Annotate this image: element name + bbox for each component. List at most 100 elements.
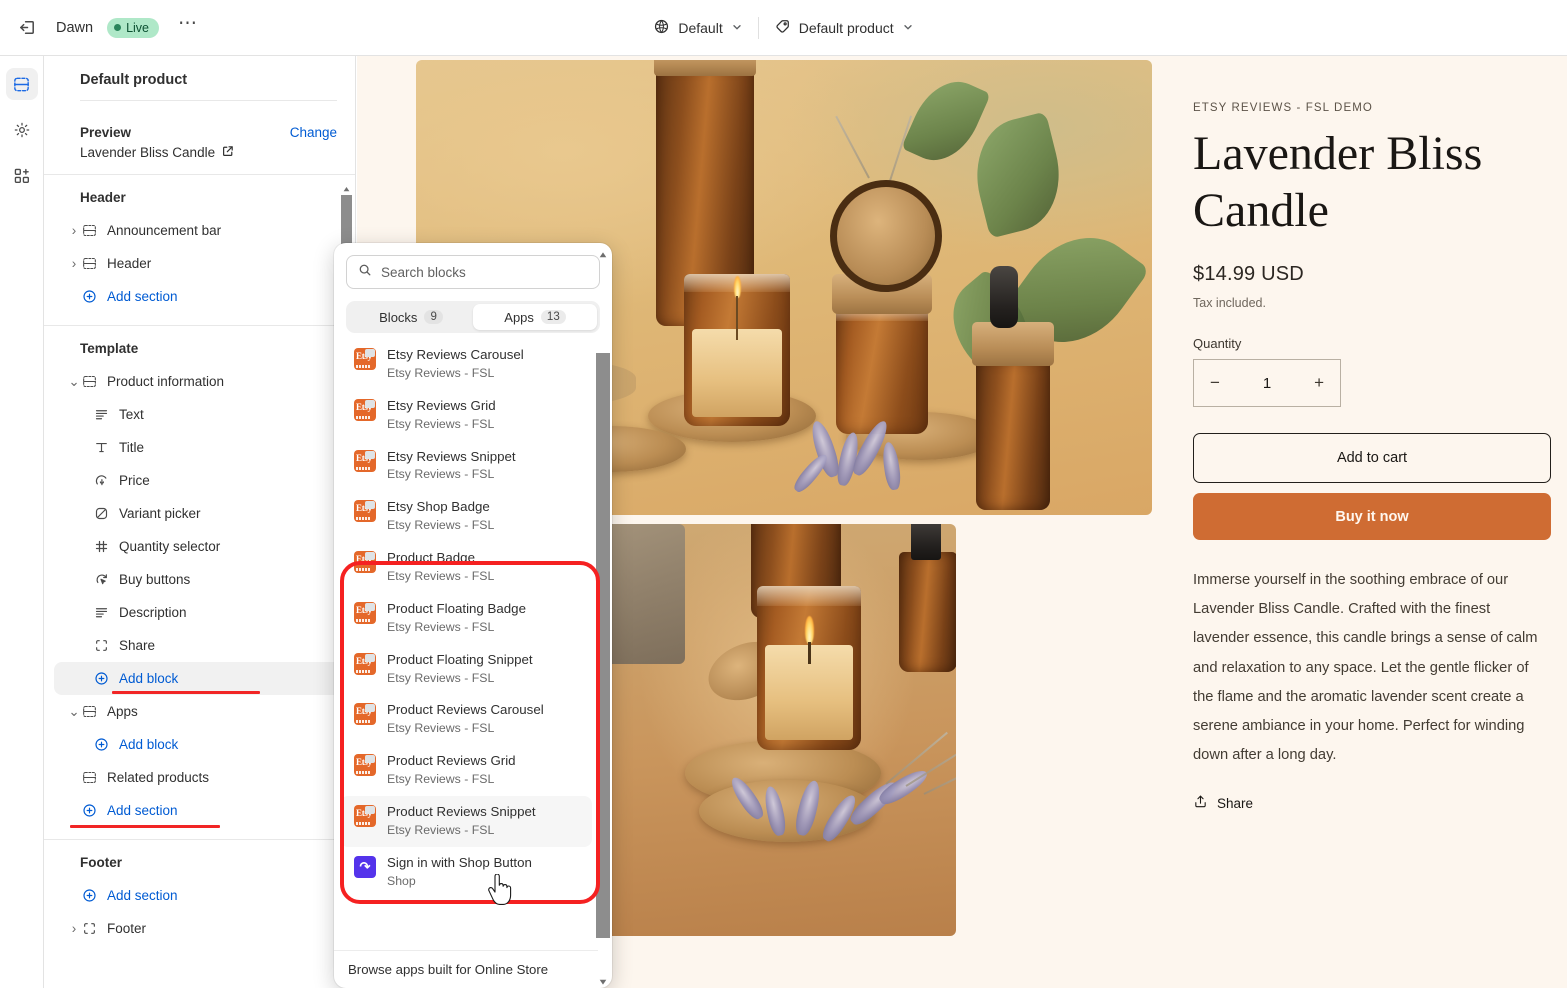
quantity-stepper[interactable]: − 1 + [1193,359,1341,408]
list-item[interactable]: Etsy Product Reviews Carousel Etsy Revie… [340,694,592,745]
more-menu-icon[interactable]: ⋯ [173,13,203,43]
app-block-provider: Etsy Reviews - FSL [387,416,495,431]
list-item[interactable]: Etsy Etsy Reviews Snippet Etsy Reviews -… [340,441,592,492]
search-field[interactable] [346,255,600,289]
sidebar-item-label: Variant picker [119,506,201,521]
list-item[interactable]: Etsy Product Reviews Grid Etsy Reviews -… [340,745,592,796]
tab-blocks-count: 9 [424,310,443,324]
etsy-app-icon: Etsy [354,449,376,472]
sidebar-item-label: Price [119,473,150,488]
sidebar-item-apps[interactable]: ⌄ Apps [54,695,345,728]
list-item[interactable]: Etsy Product Badge Etsy Reviews - FSL [340,542,592,593]
chevron-down-icon[interactable]: ⌄ [66,374,82,390]
add-section-template-button[interactable]: Add section [54,794,345,828]
add-block-apps-button[interactable]: Add block [54,728,345,761]
quantity-value[interactable]: 1 [1263,375,1271,392]
list-item[interactable]: Etsy Etsy Reviews Carousel Etsy Reviews … [340,339,592,390]
sidebar-header: Default product [44,56,355,113]
status-badge: Live [107,17,160,38]
sidebar-item-product-information[interactable]: ⌄ Product information [54,365,345,398]
quantity-increase-button[interactable]: + [1314,373,1324,393]
sidebar-item-label: Add section [107,803,178,818]
quantity-decrease-button[interactable]: − [1210,373,1220,393]
price-icon [94,473,116,488]
sidebar-item-description[interactable]: Description [54,596,345,629]
list-item[interactable]: Etsy Etsy Reviews Grid Etsy Reviews - FS… [340,390,592,441]
etsy-app-icon: Etsy [354,500,376,523]
template-selector[interactable]: Default product [765,12,923,44]
list-item[interactable]: Etsy Product Floating Snippet Etsy Revie… [340,644,592,695]
etsy-app-icon: Etsy [354,601,376,624]
buy-it-now-button[interactable]: Buy it now [1193,493,1551,541]
etsy-app-icon: Etsy [354,703,376,726]
exit-icon[interactable] [12,13,42,43]
add-section-header-button[interactable]: Add section [54,280,345,313]
etsy-app-icon: Etsy [354,551,376,574]
locale-selector[interactable]: Default [644,12,751,44]
settings-icon[interactable] [6,114,38,146]
apps-icon[interactable] [6,160,38,192]
share-button[interactable]: Share [1193,794,1567,812]
list-item[interactable]: Etsy Etsy Shop Badge Etsy Reviews - FSL [340,491,592,542]
sidebar-item-footer[interactable]: › Footer [54,912,345,945]
variant-icon [94,506,116,521]
sidebar-item-quantity-selector[interactable]: Quantity selector [54,530,345,563]
sidebar-item-buy-buttons[interactable]: Buy buttons [54,563,345,596]
sidebar-item-text[interactable]: Text [54,398,345,431]
product-price: $14.99 USD [1193,263,1304,286]
sidebar-item-title[interactable]: Title [54,431,345,464]
chevron-right-icon[interactable]: › [66,256,82,271]
change-preview-link[interactable]: Change [290,125,337,140]
search-input[interactable] [381,264,588,280]
section-icon [82,704,104,719]
popover-scrollbar[interactable] [596,243,610,988]
product-vendor: ETSY REVIEWS - FSL DEMO [1193,102,1373,114]
scroll-up-arrow-icon[interactable] [342,181,351,192]
preview-product-link[interactable]: Lavender Bliss Candle [80,145,337,160]
product-info-panel: ETSY REVIEWS - FSL DEMO Lavender Bliss C… [1193,102,1567,812]
list-item-product-reviews-snippet[interactable]: Etsy Product Reviews Snippet Etsy Review… [340,795,592,847]
sidebar-item-header[interactable]: › Header [54,247,345,280]
sidebar-item-label: Title [119,440,145,455]
sidebar-item-share[interactable]: Share [54,629,345,662]
app-block-name: Etsy Shop Badge [387,499,490,515]
tab-apps[interactable]: Apps 13 [473,304,597,330]
scroll-down-arrow-icon[interactable] [598,974,608,985]
list-item[interactable]: Etsy Product Floating Badge Etsy Reviews… [340,593,592,644]
annotation-underline [112,691,260,694]
popover-tabs: Blocks 9 Apps 13 [346,301,600,333]
chevron-down-icon[interactable]: ⌄ [66,704,82,720]
sidebar-item-related-products[interactable]: Related products [54,761,345,794]
sidebar-group-footer: Footer Add section › Footer [44,839,355,957]
chevron-down-icon [731,20,743,36]
chevron-right-icon[interactable]: › [66,223,82,238]
section-icon [82,223,104,238]
add-block-product-info-button[interactable]: Add block [54,662,345,695]
browse-apps-link[interactable]: Browse apps built for Online Store [348,962,548,977]
sidebar-item-variant-picker[interactable]: Variant picker [54,497,345,530]
scroll-up-arrow-icon[interactable] [598,247,608,258]
scrollbar-thumb[interactable] [596,353,610,938]
app-block-provider: Etsy Reviews - FSL [387,569,495,583]
chevron-right-icon[interactable]: › [66,921,82,936]
add-section-footer-button[interactable]: Add section [54,879,345,912]
list-item[interactable]: ↷ Sign in with Shop Button Shop [340,847,592,898]
sidebar-item-label: Add block [119,737,179,752]
tab-blocks[interactable]: Blocks 9 [349,304,473,330]
quantity-label: Quantity [1193,336,1242,352]
search-icon [358,263,372,282]
plus-circle-icon [82,289,104,304]
add-to-cart-button[interactable]: Add to cart [1193,433,1551,484]
sidebar-item-sections[interactable] [5,68,38,100]
sidebar-item-label: Product information [107,374,225,389]
product-title: Lavender Bliss Candle [1193,127,1483,237]
theme-name: Dawn [56,19,94,36]
product-image-thumb-2[interactable] [599,524,956,936]
popover-footer: Browse apps built for Online Store [334,950,598,988]
sidebar-item-label: Description [119,605,187,620]
sidebar-item-price[interactable]: Price [54,464,345,497]
app-block-provider: Etsy Reviews - FSL [387,518,495,533]
app-block-name: Sign in with Shop Button [387,854,532,870]
sidebar-item-label: Share [119,638,156,653]
sidebar-item-announcement-bar[interactable]: › Announcement bar [54,214,345,247]
